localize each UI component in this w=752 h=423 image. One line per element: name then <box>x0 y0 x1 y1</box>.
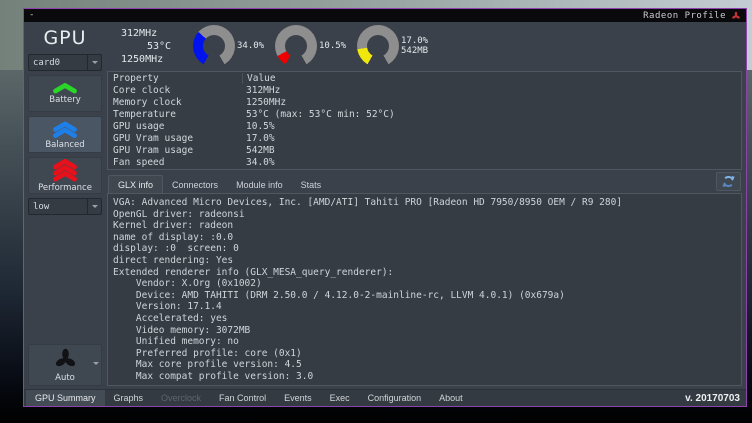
gauge-value-label: 10.5% <box>319 41 346 51</box>
gauge-vram-usage: 17.0%542MB <box>357 25 439 67</box>
gauge-dial <box>275 25 317 67</box>
table-header-value: Value <box>242 73 741 84</box>
gauge-dial <box>193 25 235 67</box>
power-level-value: low <box>33 202 49 212</box>
tab-stats[interactable]: Stats <box>292 176 331 193</box>
gauge-sublabel: 542MB <box>401 46 428 56</box>
table-row[interactable]: Temperature53°C (max: 53°C min: 52°C) <box>108 108 741 120</box>
info-tab-bar: GLX infoConnectorsModule infoStats <box>107 175 742 193</box>
table-cell-property: GPU Vram usage <box>108 145 242 156</box>
glx-info-panel[interactable]: VGA: Advanced Micro Devices, Inc. [AMD/A… <box>107 193 742 386</box>
table-row[interactable]: Fan speed34.0% <box>108 156 741 168</box>
tab-gpu-summary[interactable]: GPU Summary <box>26 390 105 406</box>
gauge-gpu-usage: 10.5% <box>275 25 357 67</box>
table-cell-property: Core clock <box>108 85 242 96</box>
card-select[interactable]: card0 <box>28 54 102 71</box>
table-row[interactable]: GPU Vram usage17.0% <box>108 132 741 144</box>
tab-glx-info[interactable]: GLX info <box>108 175 163 193</box>
table-cell-property: Memory clock <box>108 97 242 108</box>
power-level-select[interactable]: low <box>28 198 102 215</box>
chevron-down-icon <box>87 55 101 70</box>
chevron-up-icon <box>52 82 78 94</box>
version-label: v. 20170703 <box>685 393 746 404</box>
table-cell-value: 1250MHz <box>242 97 741 108</box>
card-select-value: card0 <box>33 58 60 68</box>
tab-events[interactable]: Events <box>275 390 321 406</box>
fan-auto-button[interactable]: Auto <box>28 344 102 386</box>
table-cell-value: 53°C (max: 53°C min: 52°C) <box>242 109 741 120</box>
tab-overclock: Overclock <box>152 390 210 406</box>
profile-label: Performance <box>38 183 92 193</box>
minimize-button[interactable]: - <box>29 11 34 20</box>
table-header-row: PropertyValue <box>108 72 741 84</box>
profile-label: Battery <box>49 95 80 105</box>
tab-module-info[interactable]: Module info <box>227 176 292 193</box>
fan-icon <box>53 347 78 372</box>
gauge-dial-hole <box>203 35 225 57</box>
chevron-down-icon <box>93 362 99 368</box>
gauge-row: 34.0% 10.5% 17.0%542MB <box>193 25 439 67</box>
refresh-icon <box>722 175 735 188</box>
tab-about[interactable]: About <box>430 390 472 406</box>
table-header-property: Property <box>108 73 242 84</box>
profile-label: Balanced <box>45 140 84 150</box>
profile-button-performance[interactable]: Performance <box>28 157 102 194</box>
gauge-labels: 17.0%542MB <box>401 36 428 56</box>
chevron-up-icon <box>52 120 78 139</box>
table-row[interactable]: GPU usage10.5% <box>108 120 741 132</box>
tab-fan-control[interactable]: Fan Control <box>210 390 275 406</box>
glx-info-text: VGA: Advanced Micro Devices, Inc. [AMD/A… <box>113 197 741 383</box>
table-row[interactable]: Memory clock1250MHz <box>108 96 741 108</box>
gauge-dial-hole <box>285 35 307 57</box>
table-cell-value: 17.0% <box>242 133 741 144</box>
fan-button-label: Auto <box>55 373 75 383</box>
gauge-dial <box>357 25 399 67</box>
gauge-dial-hole <box>367 35 389 57</box>
core-clock-reading: 312MHz <box>121 28 193 41</box>
table-row[interactable]: Core clock312MHz <box>108 84 741 96</box>
window-titlebar[interactable]: - Radeon Profile <box>24 9 746 22</box>
gauge-labels: 10.5% <box>319 41 346 51</box>
chevron-down-icon <box>87 199 101 214</box>
table-cell-value: 312MHz <box>242 85 741 96</box>
sidebar: GPU card0 Battery Balanced Performance low <box>28 25 102 386</box>
table-cell-property: GPU Vram usage <box>108 133 242 144</box>
clock-readings: 312MHz 53°C 1250MHz <box>107 25 193 67</box>
main-panel: 312MHz 53°C 1250MHz 34.0%10.5%17.0%542MB… <box>107 25 742 386</box>
tab-configuration[interactable]: Configuration <box>359 390 431 406</box>
profile-button-battery[interactable]: Battery <box>28 75 102 112</box>
memory-clock-reading: 1250MHz <box>121 54 193 67</box>
temperature-reading: 53°C <box>121 41 193 54</box>
table-cell-value: 10.5% <box>242 121 741 132</box>
tab-exec[interactable]: Exec <box>321 390 359 406</box>
gauge-value-label: 34.0% <box>237 41 264 51</box>
app-fan-icon <box>731 11 741 21</box>
property-table: PropertyValueCore clock312MHzMemory cloc… <box>107 71 742 170</box>
tab-connectors[interactable]: Connectors <box>163 176 227 193</box>
refresh-button[interactable] <box>716 172 741 191</box>
table-cell-property: Temperature <box>108 109 242 120</box>
bottom-tab-bar: GPU SummaryGraphsOverclockFan ControlEve… <box>24 389 746 406</box>
profile-button-group: Battery Balanced Performance <box>28 71 102 194</box>
table-row[interactable]: GPU Vram usage542MB <box>108 144 741 156</box>
summary-row: 312MHz 53°C 1250MHz 34.0% 10.5% 17.0%542MB <box>107 25 742 71</box>
gauge-labels: 34.0% <box>237 41 264 51</box>
gpu-heading: GPU <box>28 25 102 54</box>
table-cell-value: 34.0% <box>242 157 741 168</box>
chevron-up-icon <box>52 158 78 182</box>
window-title: Radeon Profile <box>643 11 726 21</box>
radeon-profile-window: - Radeon Profile GPU card0 BatteryBala <box>23 8 747 407</box>
table-cell-property: Fan speed <box>108 157 242 168</box>
table-cell-property: GPU usage <box>108 121 242 132</box>
profile-button-balanced[interactable]: Balanced <box>28 116 102 153</box>
gauge-fan-speed: 34.0% <box>193 25 275 67</box>
tab-graphs[interactable]: Graphs <box>105 390 153 406</box>
table-cell-value: 542MB <box>242 145 741 156</box>
gauge-value-label: 17.0% <box>401 36 428 46</box>
